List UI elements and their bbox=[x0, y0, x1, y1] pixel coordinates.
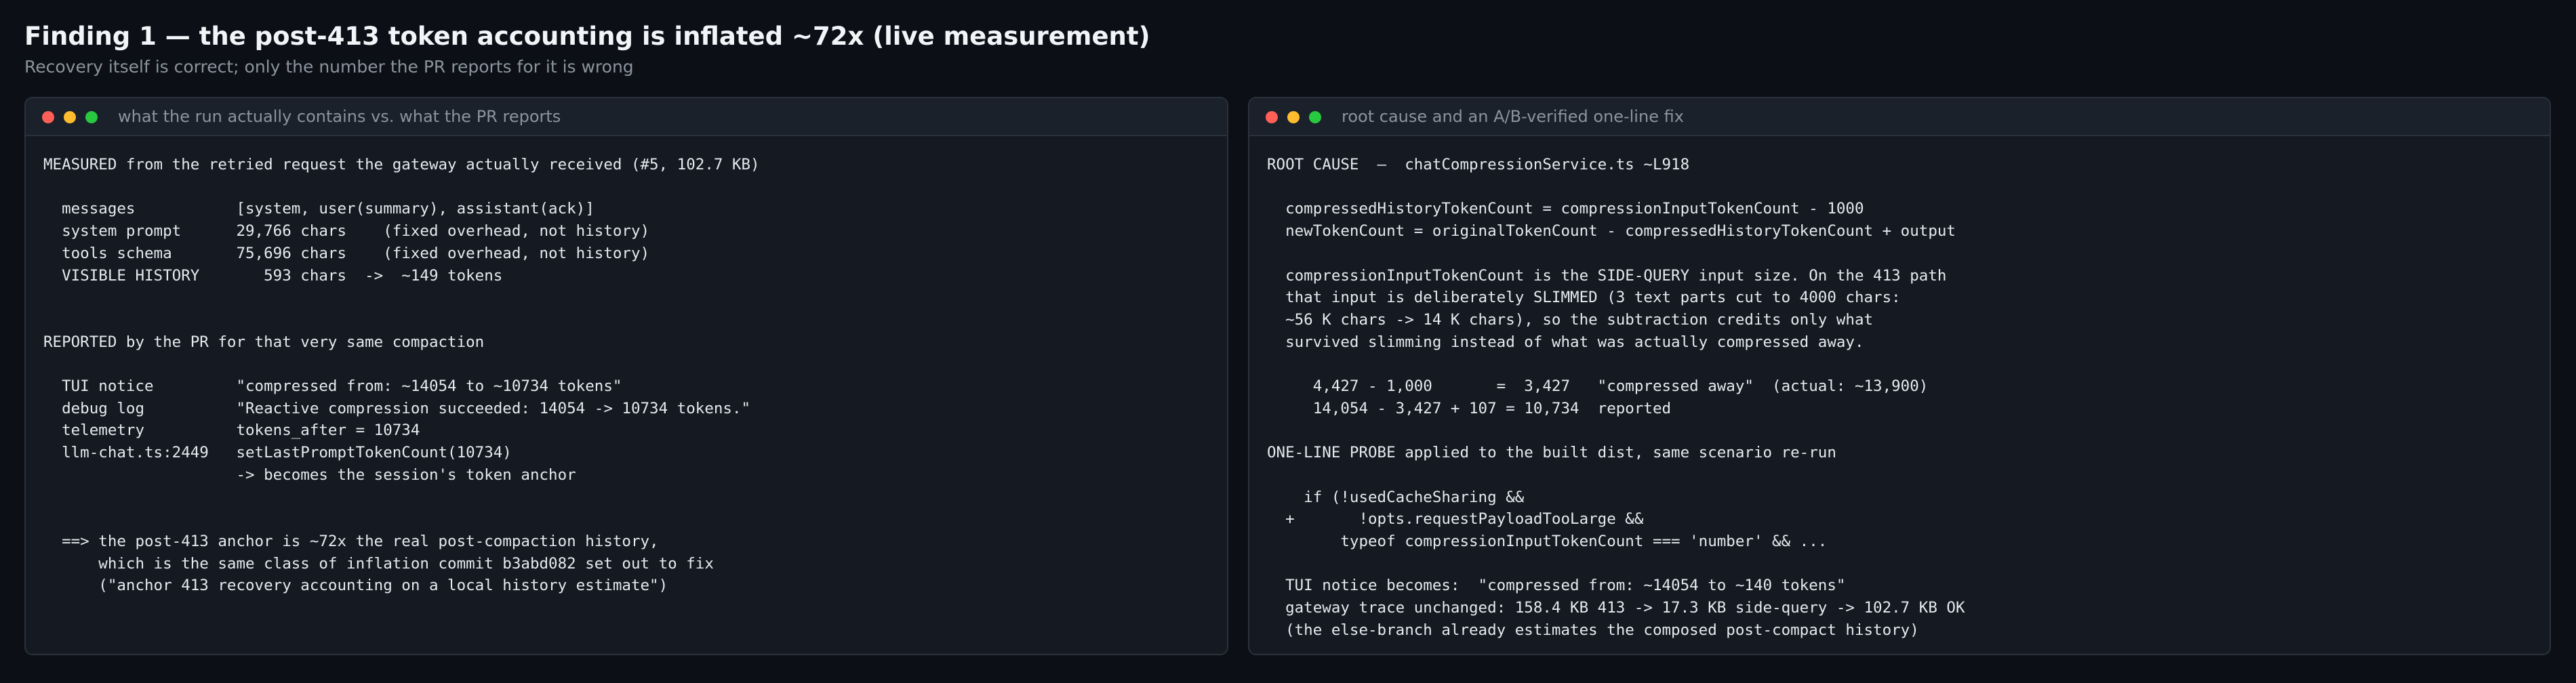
code-line: VISIBLE HISTORY 593 chars -> ~149 tokens bbox=[43, 266, 503, 285]
code-line: ONE-LINE PROBE applied to the built dist… bbox=[1267, 444, 1836, 462]
code-line: MEASURED from the retried request the ga… bbox=[43, 156, 760, 173]
window-titlebar: root cause and an A/B-verified one-line … bbox=[1249, 98, 2550, 136]
code-line: if (!usedCacheSharing && bbox=[1267, 488, 1525, 506]
page-subtitle: Recovery itself is correct; only the num… bbox=[24, 57, 634, 77]
root-cause-terminal-window: root cause and an A/B-verified one-line … bbox=[1248, 97, 2551, 655]
code-line: REPORTED by the PR for that very same co… bbox=[43, 333, 485, 351]
code-line: survived slimming instead of what was ac… bbox=[1267, 333, 1864, 351]
code-line: that input is deliberately SLIMMED (3 te… bbox=[1267, 289, 1901, 307]
code-line: ("anchor 413 recovery accounting on a lo… bbox=[43, 577, 668, 595]
measurement-terminal-window: what the run actually contains vs. what … bbox=[24, 97, 1228, 655]
code-line: debug log "Reactive compression succeede… bbox=[43, 399, 751, 417]
minimize-dot-icon[interactable] bbox=[64, 111, 76, 123]
window-titlebar: what the run actually contains vs. what … bbox=[26, 98, 1227, 136]
code-line: -> becomes the session's token anchor bbox=[43, 465, 576, 484]
code-line: which is the same class of inflation com… bbox=[43, 554, 714, 573]
code-line: TUI notice "compressed from: ~14054 to ~… bbox=[43, 377, 622, 396]
code-line: compressedHistoryTokenCount = compressio… bbox=[1267, 200, 1864, 218]
close-dot-icon[interactable] bbox=[42, 111, 54, 123]
code-line: llm-chat.ts:2449 setLastPromptTokenCount… bbox=[43, 444, 512, 462]
code-line: tools schema 75,696 chars (fixed overhea… bbox=[43, 244, 650, 262]
code-line: typeof compressionInputTokenCount === 'n… bbox=[1267, 532, 1828, 550]
code-line: 4,427 - 1,000 = 3,427 "compressed away" … bbox=[1267, 377, 1929, 396]
code-line: telemetry tokens_after = 10734 bbox=[43, 421, 420, 440]
maximize-dot-icon[interactable] bbox=[85, 111, 98, 123]
terminal-output: MEASURED from the retried request the ga… bbox=[43, 154, 760, 597]
code-line: compressionInputTokenCount is the SIDE-Q… bbox=[1267, 266, 1947, 285]
minimize-dot-icon[interactable] bbox=[1287, 111, 1300, 123]
code-line: newTokenCount = originalTokenCount - com… bbox=[1267, 222, 1956, 241]
code-line: system prompt 29,766 chars (fixed overhe… bbox=[43, 222, 650, 241]
terminal-output: ROOT CAUSE — chatCompressionService.ts ~… bbox=[1267, 154, 1965, 641]
code-line: 14,054 - 3,427 + 107 = 10,734 reported bbox=[1267, 399, 1672, 417]
code-line: ~56 K chars -> 14 K chars), so the subtr… bbox=[1267, 310, 1874, 329]
code-line: gateway trace unchanged: 158.4 KB 413 ->… bbox=[1267, 599, 1965, 617]
window-title: root cause and an A/B-verified one-line … bbox=[1342, 107, 1684, 126]
code-line: ROOT CAUSE — chatCompressionService.ts ~… bbox=[1267, 156, 1690, 173]
code-line: TUI notice becomes: "compressed from: ~1… bbox=[1267, 577, 1846, 595]
code-line: + !opts.requestPayloadTooLarge && bbox=[1267, 510, 1644, 529]
window-title: what the run actually contains vs. what … bbox=[118, 107, 561, 126]
code-line: messages [system, user(summary), assista… bbox=[43, 200, 595, 218]
code-line: ==> the post-413 anchor is ~72x the real… bbox=[43, 532, 659, 550]
page-title: Finding 1 — the post-413 token accountin… bbox=[24, 22, 1150, 51]
maximize-dot-icon[interactable] bbox=[1309, 111, 1321, 123]
code-line: (the else-branch already estimates the c… bbox=[1267, 621, 1919, 639]
close-dot-icon[interactable] bbox=[1266, 111, 1278, 123]
